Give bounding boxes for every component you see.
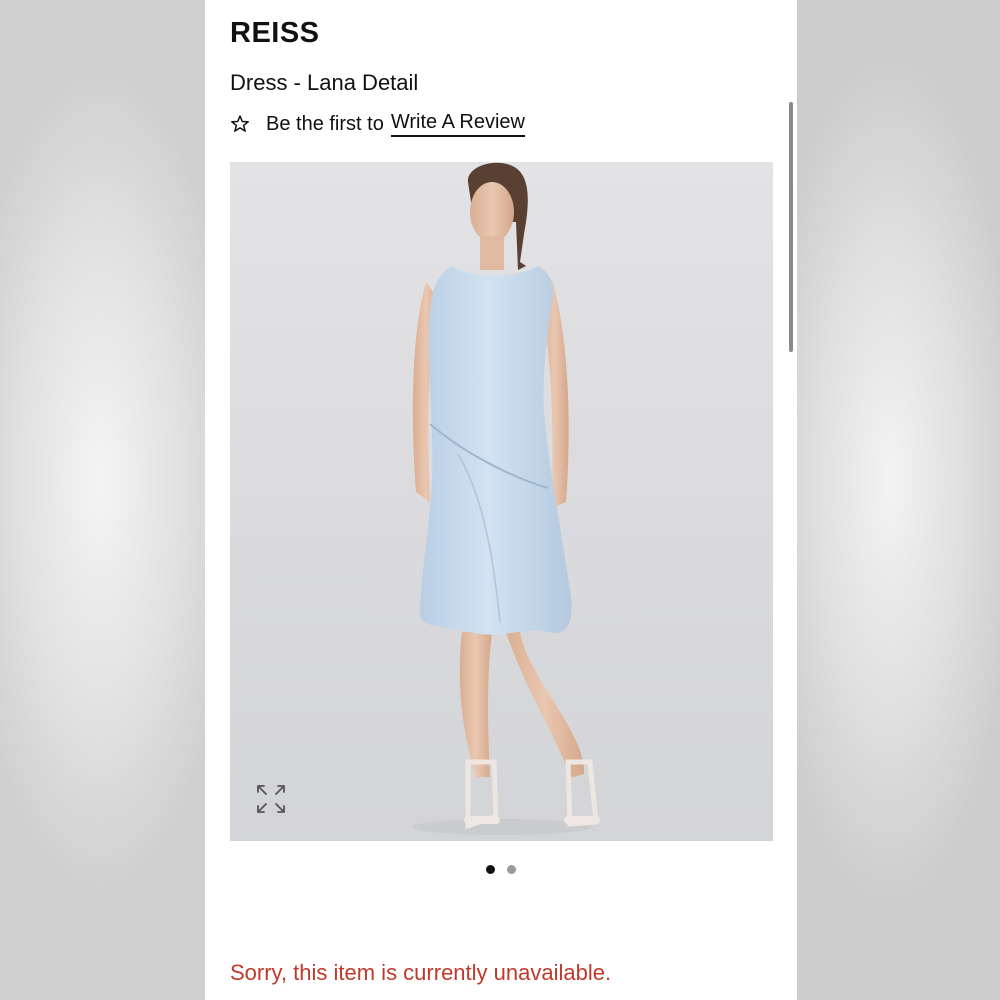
pagination-dot-1[interactable] (486, 865, 495, 874)
model-illustration (412, 162, 600, 835)
unavailable-message: Sorry, this item is currently unavailabl… (230, 960, 612, 985)
review-row: Be the first to Write A Review (230, 110, 525, 138)
blurred-background-right (795, 0, 1000, 1000)
brand-name: REISS (230, 17, 320, 49)
review-prompt-text: Be the first to (266, 112, 384, 135)
write-review-link[interactable]: Write A Review (390, 111, 525, 137)
star-outline-icon (230, 114, 250, 134)
product-title: Dress - Lana Detail (230, 70, 419, 95)
product-image[interactable] (230, 162, 773, 841)
expand-icon[interactable] (254, 782, 288, 816)
product-page: REISS Dress - Lana Detail Be the first t… (205, 0, 797, 1000)
gallery-pagination (205, 865, 797, 874)
scrollbar[interactable] (789, 102, 793, 352)
pagination-dot-2[interactable] (507, 865, 516, 874)
